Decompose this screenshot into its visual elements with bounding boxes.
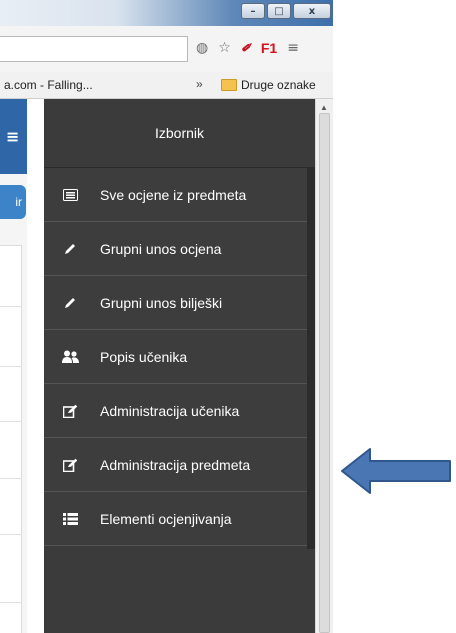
menu-item-label: Administracija predmeta	[100, 456, 251, 473]
scroll-up-icon[interactable]: ▲	[320, 103, 328, 112]
menu-item-label: Popis učenika	[100, 348, 188, 365]
ferrari-extension-icon[interactable]: ✐	[241, 41, 251, 55]
minimize-button[interactable]: –	[241, 3, 265, 19]
browser-toolbar: ◍ ☆ ✐ F1 ≡	[0, 26, 333, 73]
folder-icon	[221, 79, 237, 91]
edit-icon	[60, 404, 80, 418]
users-icon	[60, 350, 80, 363]
bookmarks-bar: a.com - Falling... » Druge oznake	[0, 72, 333, 99]
folder-label: Druge oznake	[241, 78, 316, 92]
menu-item-sve-ocjene[interactable]: Sve ocjene iz predmeta	[44, 168, 315, 222]
row-divider	[0, 366, 22, 367]
edit-icon	[60, 458, 80, 472]
menu-item-administracija-ucenika[interactable]: Administracija učenika	[44, 384, 315, 438]
bookmark-star-icon[interactable]: ☆	[218, 40, 231, 56]
app-header: ≡	[0, 99, 27, 174]
menu-item-label: Grupni unos bilješki	[100, 294, 223, 311]
partial-button[interactable]: ir	[0, 185, 26, 219]
scroll-thumb[interactable]	[319, 113, 330, 633]
left-arrow-icon	[341, 448, 451, 494]
other-bookmarks-folder[interactable]: Druge oznake	[221, 78, 316, 92]
window-controls: – □ x	[241, 3, 331, 19]
menu-item-popis-ucenika[interactable]: Popis učenika	[44, 330, 315, 384]
page-scrollbar[interactable]: ▲	[315, 99, 333, 633]
menu-scrollbar[interactable]	[307, 167, 315, 549]
menu-item-label: Sve ocjene iz predmeta	[100, 186, 247, 203]
menu-item-grupni-unos-ocjena[interactable]: Grupni unos ocjena	[44, 222, 315, 276]
f1-extension-icon[interactable]: F1	[261, 40, 277, 56]
bookmark-item[interactable]: a.com - Falling...	[4, 78, 93, 92]
content-panel	[0, 245, 22, 633]
menu-title: Izbornik	[44, 99, 315, 168]
pencil-icon	[60, 242, 80, 256]
row-divider	[0, 478, 22, 479]
menu-item-label: Grupni unos ocjena	[100, 240, 222, 257]
sidebar-menu: Izbornik Sve ocjene iz predmeta Grupni u…	[44, 99, 315, 633]
shield-icon[interactable]: ◍	[196, 40, 208, 56]
maximize-button[interactable]: □	[267, 3, 291, 19]
row-divider	[0, 306, 22, 307]
browser-menu-icon[interactable]: ≡	[287, 40, 299, 56]
row-divider	[0, 421, 22, 422]
row-divider	[0, 534, 22, 535]
window-title-bar: – □ x	[0, 0, 333, 26]
address-bar[interactable]	[0, 36, 188, 62]
menu-item-administracija-predmeta[interactable]: Administracija predmeta	[44, 438, 315, 492]
list-icon	[60, 512, 80, 525]
hamburger-icon[interactable]: ≡	[6, 127, 19, 146]
row-divider	[0, 602, 22, 603]
pencil-icon	[60, 296, 80, 310]
toolbar-icons: ◍ ☆ ✐ F1 ≡	[196, 40, 299, 56]
page-content: ≡ ir Izbornik Sve ocjene iz predmeta Gru…	[0, 99, 333, 633]
close-button[interactable]: x	[293, 3, 331, 19]
menu-item-label: Administracija učenika	[100, 402, 240, 419]
list-alt-icon	[60, 188, 80, 201]
menu-item-elementi-ocjenjivanja[interactable]: Elementi ocjenjivanja	[44, 492, 315, 546]
menu-item-grupni-unos-biljeski[interactable]: Grupni unos bilješki	[44, 276, 315, 330]
bookmarks-overflow-button[interactable]: »	[196, 77, 203, 91]
menu-item-label: Elementi ocjenjivanja	[100, 510, 232, 527]
